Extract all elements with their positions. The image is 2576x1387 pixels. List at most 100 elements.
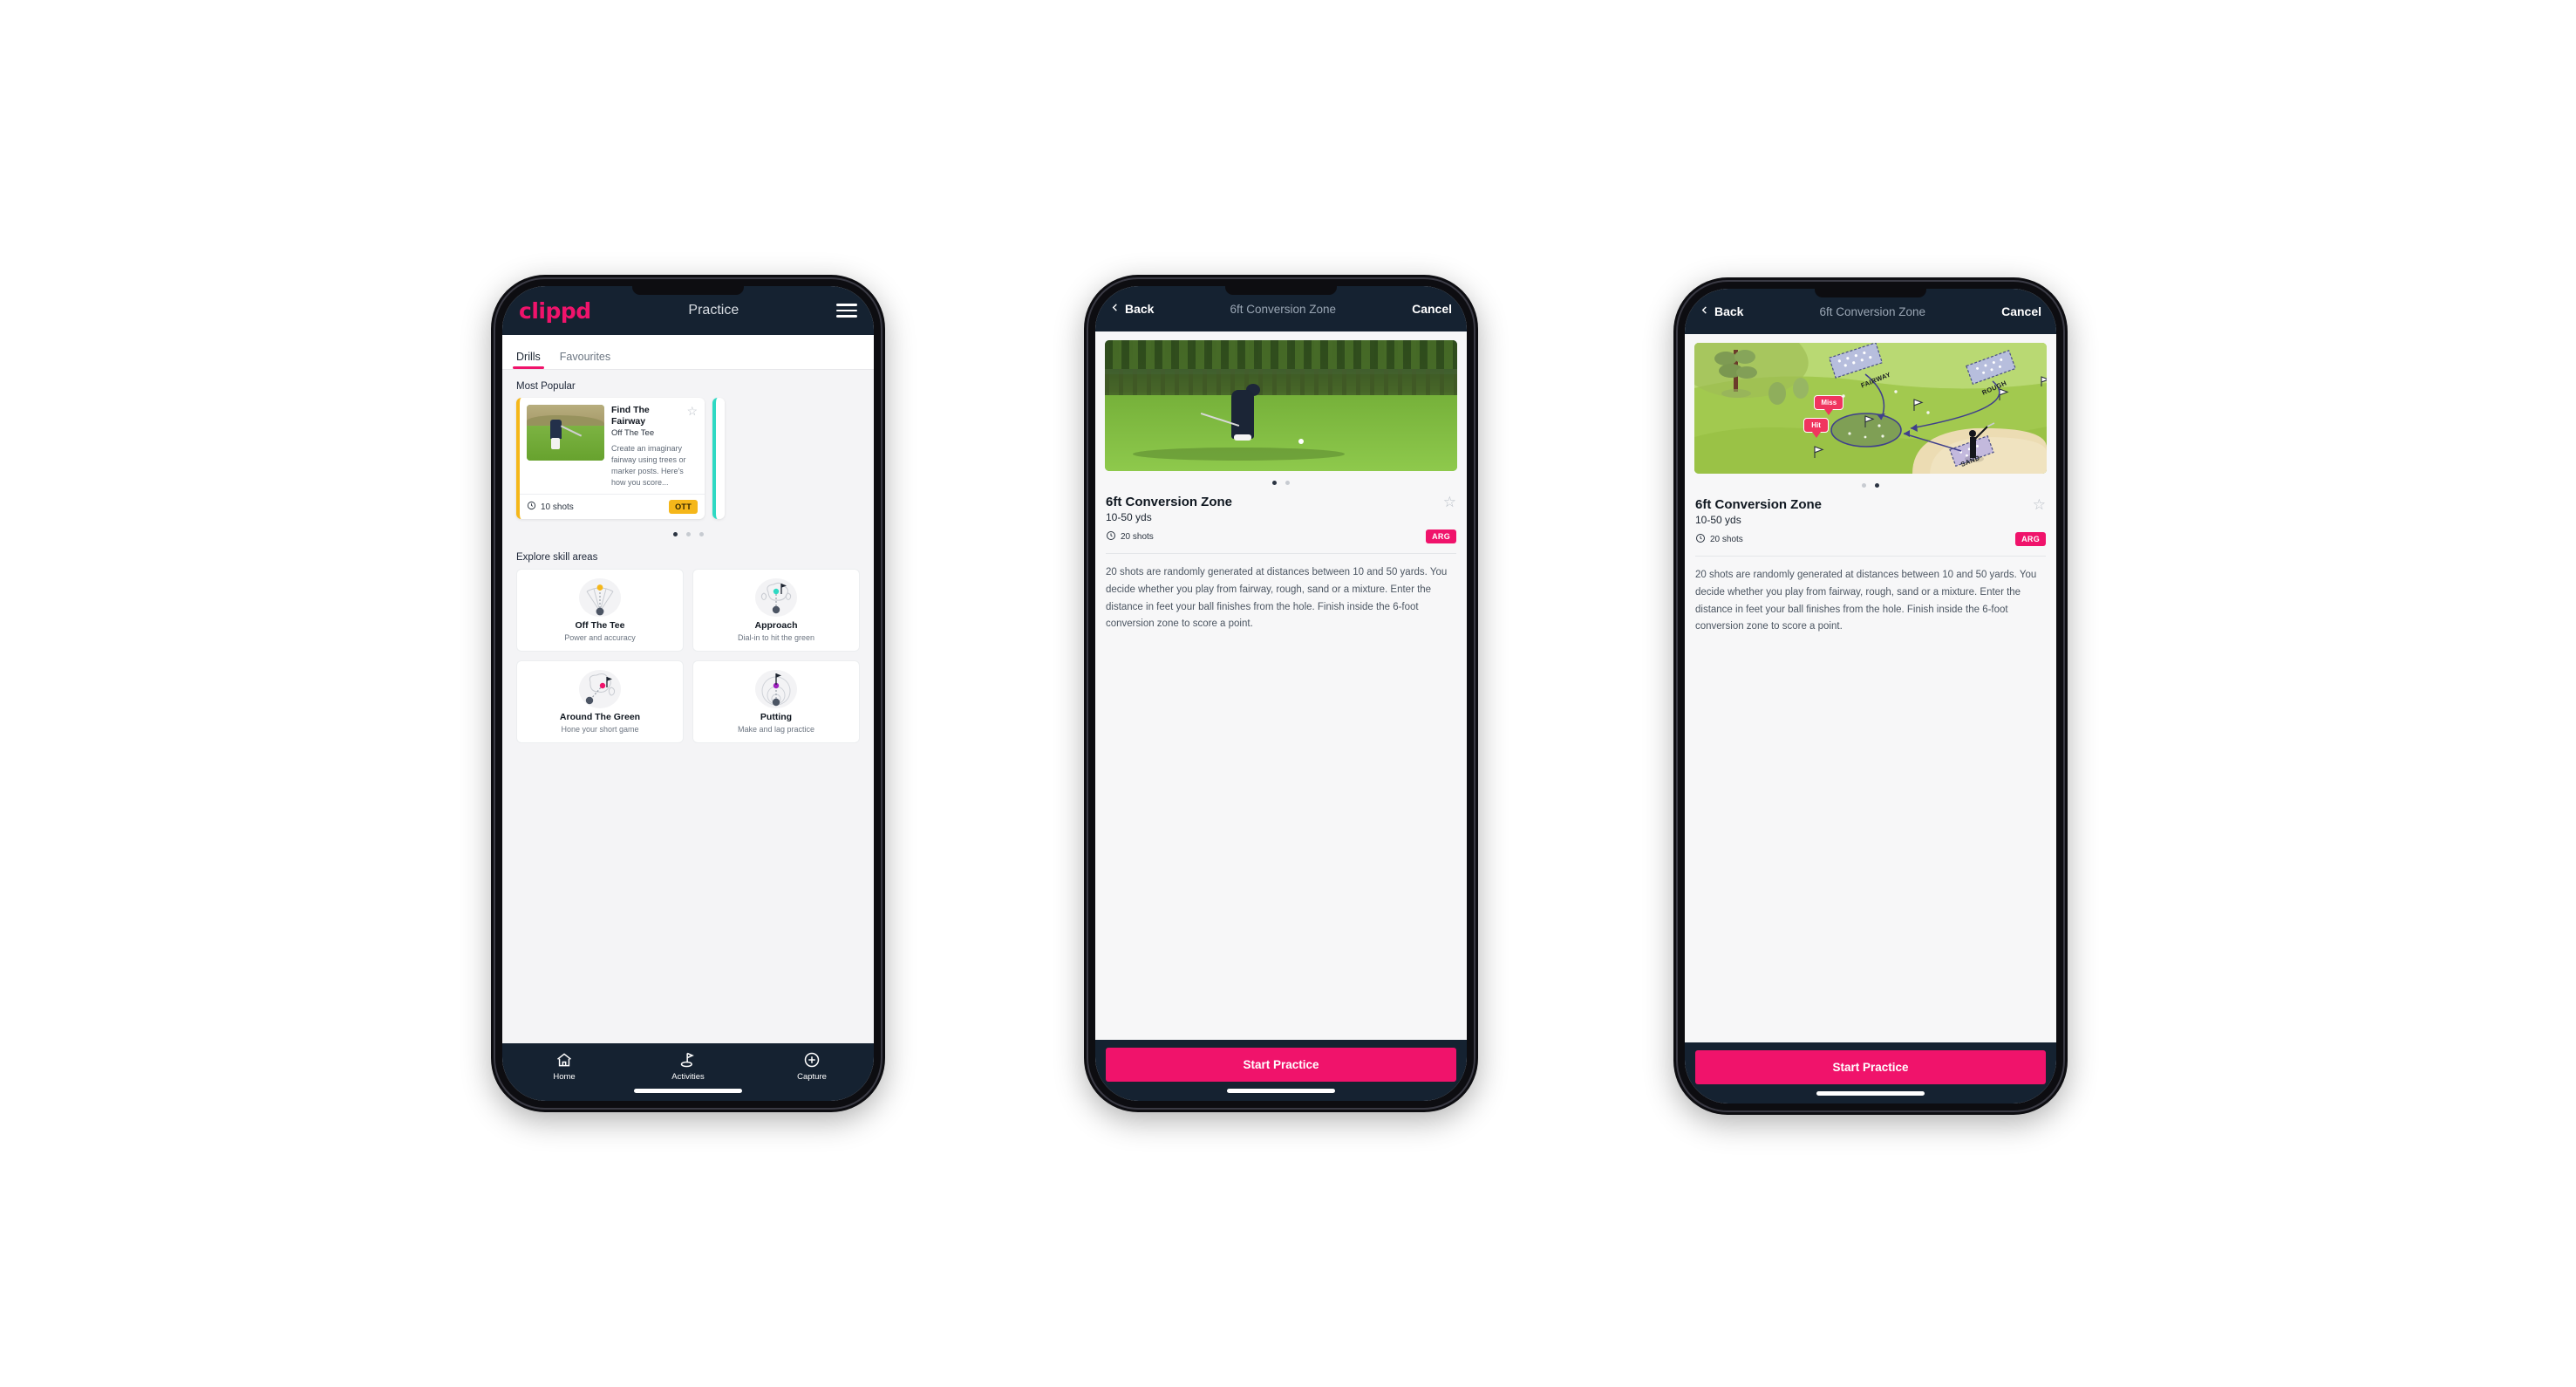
phone-mockup-drill-detail-video: Back 6ft Conversion Zone Cancel 6ft Conv… (1084, 275, 1478, 1112)
practice-content: Most Popular Find The Fairway Off The Te… (502, 370, 874, 1043)
phone3-screen: Back 6ft Conversion Zone Cancel FAIRWAY … (1685, 289, 2056, 1103)
skill-desc: Hone your short game (561, 725, 639, 734)
drill-description: 20 shots are randomly generated at dista… (1695, 556, 2046, 636)
marker-miss: Miss (1814, 395, 1844, 415)
carousel-dot-1[interactable] (1272, 481, 1277, 485)
carousel-dots[interactable] (1685, 483, 2056, 488)
carousel-dot-2[interactable] (685, 532, 691, 537)
drill-meta: Find The Fairway Off The Tee ☆ Create an… (611, 405, 698, 489)
detail-head: 6ft Conversion Zone 10-50 yds ☆ (1106, 495, 1456, 523)
plus-circle-icon (802, 1051, 821, 1069)
phone-mockup-practice-list: clippd Practice Drills Favourites Most P… (491, 275, 885, 1112)
carousel-dot-2[interactable] (1875, 483, 1879, 488)
drill-subtitle: Off The Tee (611, 428, 655, 439)
skill-card-off-the-tee[interactable]: Off The Tee Power and accuracy (516, 569, 684, 653)
nav-item-activities[interactable]: Activities (626, 1051, 750, 1082)
shots-count: 20 shots (1695, 533, 1743, 546)
back-button[interactable]: Back (1110, 301, 1154, 317)
skill-desc: Make and lag practice (737, 725, 815, 734)
approach-icon (753, 577, 800, 618)
shots-count: 20 shots (1106, 530, 1154, 543)
drill-carousel[interactable]: Find The Fairway Off The Tee ☆ Create an… (502, 398, 874, 520)
nav-item-home[interactable]: Home (502, 1051, 626, 1082)
skill-badge-arg: ARG (2015, 532, 2046, 546)
drill-video-thumbnail[interactable] (1105, 340, 1457, 471)
detail-head: 6ft Conversion Zone 10-50 yds ☆ (1695, 497, 2046, 526)
drill-course-illustration[interactable]: FAIRWAY ROUGH SAND Miss Hit (1694, 343, 2047, 474)
drill-distance: 10-50 yds (1106, 511, 1152, 523)
drill-card[interactable]: Find The Fairway Off The Tee ☆ Create an… (516, 398, 705, 520)
golf-flag-icon (678, 1051, 698, 1069)
phone2-screen: Back 6ft Conversion Zone Cancel 6ft Conv… (1095, 286, 1467, 1101)
drill-card-footer: 10 shots OTT (520, 494, 705, 519)
skill-title: Around The Green (559, 712, 641, 723)
carousel-dot-1[interactable] (1862, 483, 1866, 488)
carousel-dots[interactable] (502, 532, 874, 537)
detail-meta-row: 20 shots ARG (1695, 532, 2046, 546)
home-icon (555, 1051, 574, 1069)
hamburger-icon[interactable] (835, 304, 857, 318)
notch (1815, 289, 1926, 297)
drill-title: 6ft Conversion Zone (1695, 497, 1823, 512)
star-outline-icon[interactable]: ☆ (2033, 497, 2046, 512)
skill-card-around-the-green[interactable]: Around The Green Hone your short game (516, 660, 684, 744)
star-outline-icon[interactable]: ☆ (686, 405, 698, 417)
carousel-dots[interactable] (1095, 481, 1467, 485)
clock-icon (1106, 530, 1116, 543)
shots-label: 20 shots (1710, 534, 1743, 544)
chevron-left-icon (1110, 301, 1120, 317)
star-outline-icon[interactable]: ☆ (1443, 495, 1456, 509)
around-the-green-icon (576, 668, 624, 710)
marker-hit: Hit (1803, 417, 1829, 438)
screenshot-canvas: clippd Practice Drills Favourites Most P… (0, 0, 2576, 1387)
notch (632, 286, 744, 295)
drill-detail-sheet: 6ft Conversion Zone 10-50 yds ☆ 20 shots… (1095, 331, 1467, 1040)
start-practice-button[interactable]: Start Practice (1695, 1050, 2046, 1084)
home-indicator (1816, 1091, 1925, 1096)
home-indicator (1227, 1089, 1335, 1093)
drill-thumbnail (527, 405, 604, 461)
nav-item-capture[interactable]: Capture (750, 1051, 874, 1082)
back-label: Back (1125, 302, 1155, 316)
drill-head: Find The Fairway Off The Tee ☆ (611, 405, 698, 438)
start-practice-button[interactable]: Start Practice (1106, 1048, 1456, 1082)
drill-detail-body: 6ft Conversion Zone 10-50 yds ☆ 20 shots… (1685, 497, 2056, 636)
skill-badge-arg: ARG (1426, 530, 1456, 543)
carousel-dot-1[interactable] (672, 532, 678, 537)
drill-title: 6ft Conversion Zone (1106, 495, 1233, 509)
skill-area-grid: Off The Tee Power and accuracy Approach … (502, 569, 874, 744)
skill-title: Putting (760, 712, 793, 723)
carousel-dot-3[interactable] (699, 532, 704, 537)
skill-card-approach[interactable]: Approach Dial-in to hit the green (692, 569, 860, 653)
drill-detail-body: 6ft Conversion Zone 10-50 yds ☆ 20 shots… (1095, 495, 1467, 633)
detail-meta-row: 20 shots ARG (1106, 530, 1456, 543)
home-indicator (634, 1089, 742, 1093)
course-map-svg (1694, 343, 2047, 474)
cancel-button[interactable]: Cancel (2001, 304, 2041, 318)
drill-description: 20 shots are randomly generated at dista… (1106, 553, 1456, 633)
off-the-tee-icon (576, 577, 624, 618)
tab-favourites[interactable]: Favourites (560, 351, 610, 369)
skill-title: Approach (754, 620, 798, 632)
clock-icon (527, 501, 536, 513)
nav-label: Activities (671, 1072, 705, 1082)
nav-label: Capture (797, 1072, 827, 1082)
drill-description: Create an imaginary fairway using trees … (611, 444, 686, 488)
skill-desc: Power and accuracy (564, 633, 636, 643)
drill-card-next-peek[interactable] (712, 398, 725, 520)
shots-label: 20 shots (1121, 531, 1154, 542)
section-most-popular-title: Most Popular (516, 381, 576, 392)
cancel-button[interactable]: Cancel (1412, 302, 1452, 316)
tab-drills[interactable]: Drills (513, 351, 544, 369)
chevron-left-icon (1700, 304, 1709, 319)
section-explore-title: Explore skill areas (516, 552, 598, 564)
clippd-logo[interactable]: clippd (519, 298, 591, 324)
back-button[interactable]: Back (1700, 304, 1743, 319)
page-title: Practice (688, 303, 739, 318)
shots-count: 10 shots (527, 501, 574, 513)
carousel-dot-2[interactable] (1285, 481, 1290, 485)
skill-card-putting[interactable]: Putting Make and lag practice (692, 660, 860, 744)
notch (1225, 286, 1337, 295)
phone1-screen: clippd Practice Drills Favourites Most P… (502, 286, 874, 1101)
skill-badge-ott: OTT (669, 500, 698, 515)
